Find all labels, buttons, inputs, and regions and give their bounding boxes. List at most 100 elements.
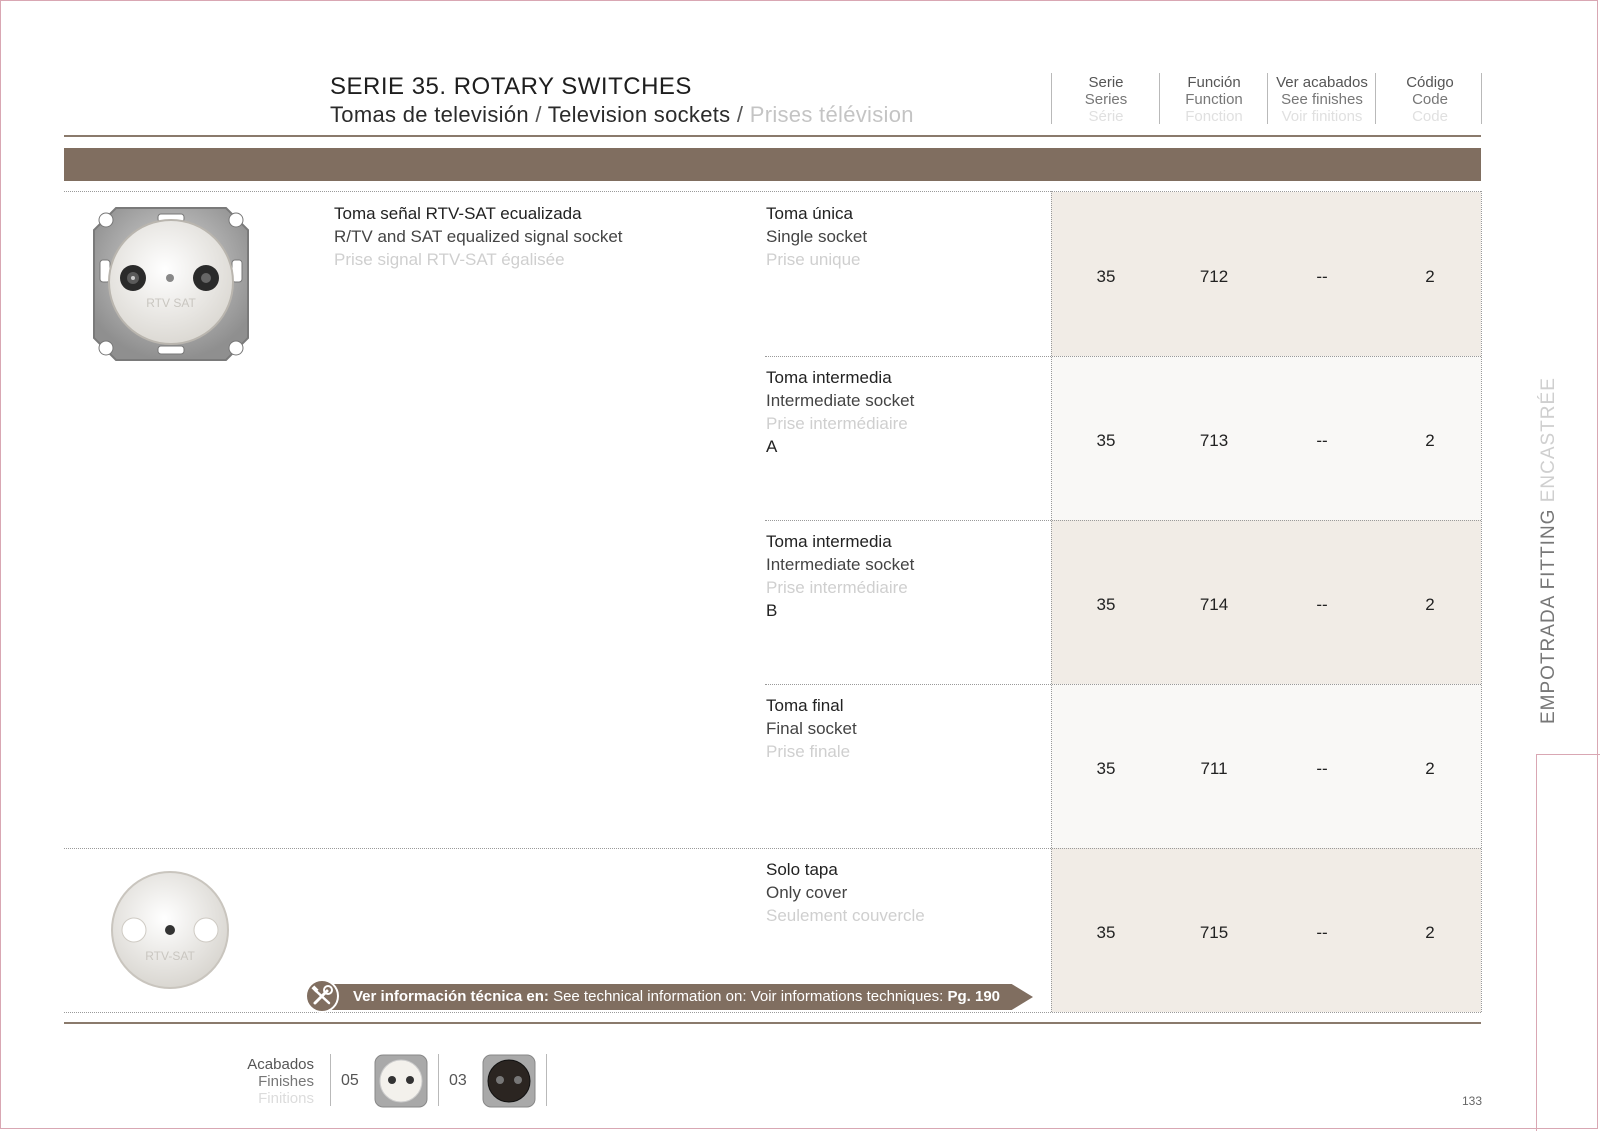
cell-funcion: 712 <box>1199 267 1229 286</box>
product-name-es: Toma señal RTV-SAT ecualizada <box>334 204 582 223</box>
row-name-es: Solo tapa <box>766 860 838 879</box>
finishes-divider <box>330 1054 331 1106</box>
subtitle-separator: / <box>528 102 548 127</box>
column-header-es: Función <box>1187 74 1241 91</box>
cell-acabados: -- <box>1316 431 1328 450</box>
table-rule <box>765 684 1481 685</box>
cell-acabados: -- <box>1316 923 1328 942</box>
side-tab-label: EMPOTRADA FITTING ENCASTRÉE <box>1538 377 1560 724</box>
cell-acabados: -- <box>1316 759 1328 778</box>
table-rule <box>64 191 1481 192</box>
subtitle-es: Tomas de televisión <box>330 102 529 127</box>
finish-white-swatch[interactable] <box>372 1052 430 1110</box>
cell-funcion: 715 <box>1199 923 1229 942</box>
subtitle-separator: / <box>730 102 750 127</box>
side-tab-dark: EMPOTRADA FITTING <box>1538 508 1559 724</box>
row-variant: A <box>766 437 778 456</box>
cell-serie: 35 <box>1096 267 1116 286</box>
column-header-fr: Code <box>1412 108 1448 125</box>
table-rule <box>765 520 1481 521</box>
subtitle-fr: Prises télévision <box>749 102 914 127</box>
header-divider <box>1481 73 1482 124</box>
row-name-es: Toma final <box>766 696 844 715</box>
row-variant: B <box>766 601 778 620</box>
finish-black-swatch[interactable] <box>480 1052 538 1110</box>
finishes-label-en: Finishes <box>258 1073 314 1090</box>
column-header-codigo: Código Code Code <box>1376 74 1484 125</box>
row-name-en: Final socket <box>766 719 857 738</box>
tools-icon <box>305 979 339 1013</box>
cell-serie: 35 <box>1096 759 1116 778</box>
row-name-es: Toma única <box>766 204 853 223</box>
socket-label: RTV SAT <box>146 296 196 310</box>
product-name-fr: Prise signal RTV-SAT égalisée <box>334 250 565 269</box>
side-tab-light: ENCASTRÉE <box>1538 377 1559 509</box>
column-header-es: Ver acabados <box>1276 74 1368 91</box>
cell-acabados: -- <box>1316 267 1328 286</box>
row-name-es: Toma intermedia <box>766 368 892 387</box>
column-header-acabados: Ver acabados See finishes Voir finitions <box>1268 74 1376 125</box>
column-header-en: Function <box>1185 91 1243 108</box>
side-tab-frame <box>1536 754 1600 1131</box>
tech-info-page[interactable]: Pg. 190 <box>943 988 1000 1005</box>
finish-code: 03 <box>449 1072 467 1089</box>
technical-info-text: Ver información técnica en: See technica… <box>353 988 1000 1005</box>
column-header-en: Code <box>1412 91 1448 108</box>
row-name-fr: Prise intermédiaire <box>766 578 908 597</box>
column-header-fr: Série <box>1088 108 1124 125</box>
cover-product-image: RTV-SAT <box>111 871 229 989</box>
section-bar <box>64 148 1481 181</box>
row-description: Solo tapa Only cover Seulement couvercle <box>766 858 1036 927</box>
row-name-es: Toma intermedia <box>766 532 892 551</box>
column-header-es: Serie <box>1088 74 1124 91</box>
cell-serie: 35 <box>1096 431 1116 450</box>
cell-funcion: 714 <box>1199 595 1229 614</box>
cell-codigo: 2 <box>1425 267 1435 286</box>
table-bottom-rule <box>64 1022 1481 1024</box>
finishes-divider <box>438 1054 439 1106</box>
row-description: Toma final Final socket Prise finale <box>766 694 1036 763</box>
finishes-label-es: Acabados <box>247 1056 314 1073</box>
cell-acabados: -- <box>1316 595 1328 614</box>
tech-info-fr: Voir informations techniques: <box>746 988 944 1005</box>
column-header-en: See finishes <box>1281 91 1363 108</box>
cell-codigo: 2 <box>1425 923 1435 942</box>
finishes-label-fr: Finitions <box>258 1090 314 1107</box>
column-header-es: Código <box>1406 74 1454 91</box>
column-header-en: Series <box>1084 91 1128 108</box>
column-header-fr: Voir finitions <box>1281 108 1363 125</box>
column-header-serie: Serie Series Série <box>1052 74 1160 125</box>
column-header-funcion: Función Function Fonction <box>1160 74 1268 125</box>
finishes-label: Acabados Finishes Finitions <box>230 1056 314 1107</box>
table-rule <box>765 356 1481 357</box>
row-name-fr: Seulement couvercle <box>766 906 925 925</box>
row-name-en: Intermediate socket <box>766 391 915 410</box>
page-subtitle: Tomas de televisión / Television sockets… <box>330 102 914 128</box>
table-rule <box>64 1012 1481 1013</box>
page-number: 133 <box>1462 1094 1483 1108</box>
row-name-en: Single socket <box>766 227 868 246</box>
cell-codigo: 2 <box>1425 759 1435 778</box>
column-header-fr: Fonction <box>1185 108 1243 125</box>
row-name-fr: Prise intermédiaire <box>766 414 908 433</box>
row-name-en: Only cover <box>766 883 848 902</box>
cell-codigo: 2 <box>1425 595 1435 614</box>
page-title: SERIE 35. ROTARY SWITCHES <box>330 73 692 100</box>
cell-serie: 35 <box>1096 595 1116 614</box>
product-description: Toma señal RTV-SAT ecualizada R/TV and S… <box>334 202 734 271</box>
cover-label: RTV-SAT <box>145 949 195 963</box>
row-name-en: Intermediate socket <box>766 555 915 574</box>
finish-code: 05 <box>341 1072 359 1089</box>
row-description: Toma intermedia Intermediate socket Pris… <box>766 530 1036 622</box>
finishes-divider <box>546 1054 547 1106</box>
header-rule <box>64 135 1481 137</box>
row-name-fr: Prise finale <box>766 742 851 761</box>
subtitle-en: Television sockets <box>547 102 731 127</box>
cell-funcion: 713 <box>1199 431 1229 450</box>
cell-funcion: 711 <box>1200 759 1228 778</box>
tech-info-es: Ver información técnica en: <box>353 988 549 1005</box>
row-description: Toma intermedia Intermediate socket Pris… <box>766 366 1036 458</box>
socket-product-image: RTV SAT <box>93 207 249 361</box>
product-name-en: R/TV and SAT equalized signal socket <box>334 227 623 246</box>
table-rule <box>64 848 1481 849</box>
